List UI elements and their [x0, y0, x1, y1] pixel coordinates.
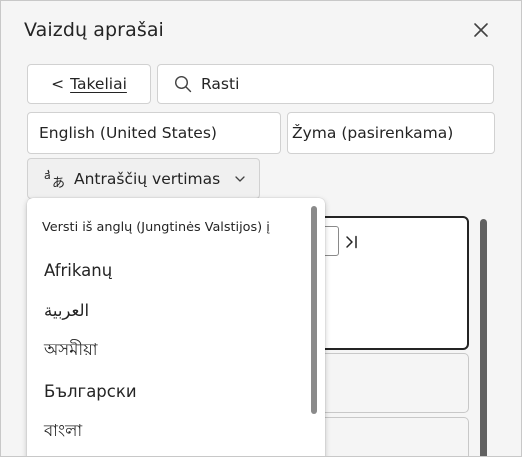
skip-to-end-icon[interactable] [345, 235, 359, 249]
menu-scrollbar[interactable] [311, 206, 317, 414]
back-button-label: Takeliai [70, 75, 127, 93]
chevron-down-icon [234, 175, 246, 183]
menu-item-language[interactable]: অসমীয়া [44, 333, 312, 367]
close-button[interactable] [467, 16, 495, 44]
language-select[interactable]: English (United States) [27, 112, 281, 154]
language-value: English (United States) [39, 124, 217, 142]
svg-text:あ: あ [52, 176, 65, 189]
menu-item-language[interactable]: বাংলা [44, 414, 312, 448]
tag-input[interactable]: Žyma (pasirenkama) [287, 112, 495, 154]
pane-title: Vaizdų aprašai [24, 19, 164, 41]
pane-scrollbar[interactable] [480, 219, 487, 456]
menu-header: Versti iš anglų (Jungtinės Valstijos) į [42, 220, 270, 235]
translate-label: Antraščių vertimas [74, 169, 221, 188]
translate-language-menu: Versti iš anglų (Jungtinės Valstijos) į … [27, 198, 325, 456]
captions-pane: Vaizdų aprašai < Takeliai Rasti English … [0, 0, 522, 457]
search-icon [174, 75, 192, 93]
menu-item-language[interactable]: Afrikanų [44, 253, 312, 287]
menu-item-language[interactable]: العربية [44, 293, 312, 327]
back-arrow: < [51, 75, 65, 93]
menu-item-language[interactable]: Български [44, 374, 312, 408]
caption-card[interactable] [301, 417, 469, 456]
translate-captions-button[interactable]: a あ Antraščių vertimas [27, 158, 260, 199]
back-to-tracks-button[interactable]: < Takeliai [27, 64, 151, 104]
search-input[interactable]: Rasti [157, 64, 494, 104]
translate-icon: a あ [44, 169, 65, 189]
search-placeholder: Rasti [201, 75, 240, 93]
tag-placeholder: Žyma (pasirenkama) [292, 124, 454, 142]
caption-card[interactable] [301, 353, 469, 413]
svg-text:a: a [44, 169, 51, 182]
close-icon [474, 23, 488, 37]
